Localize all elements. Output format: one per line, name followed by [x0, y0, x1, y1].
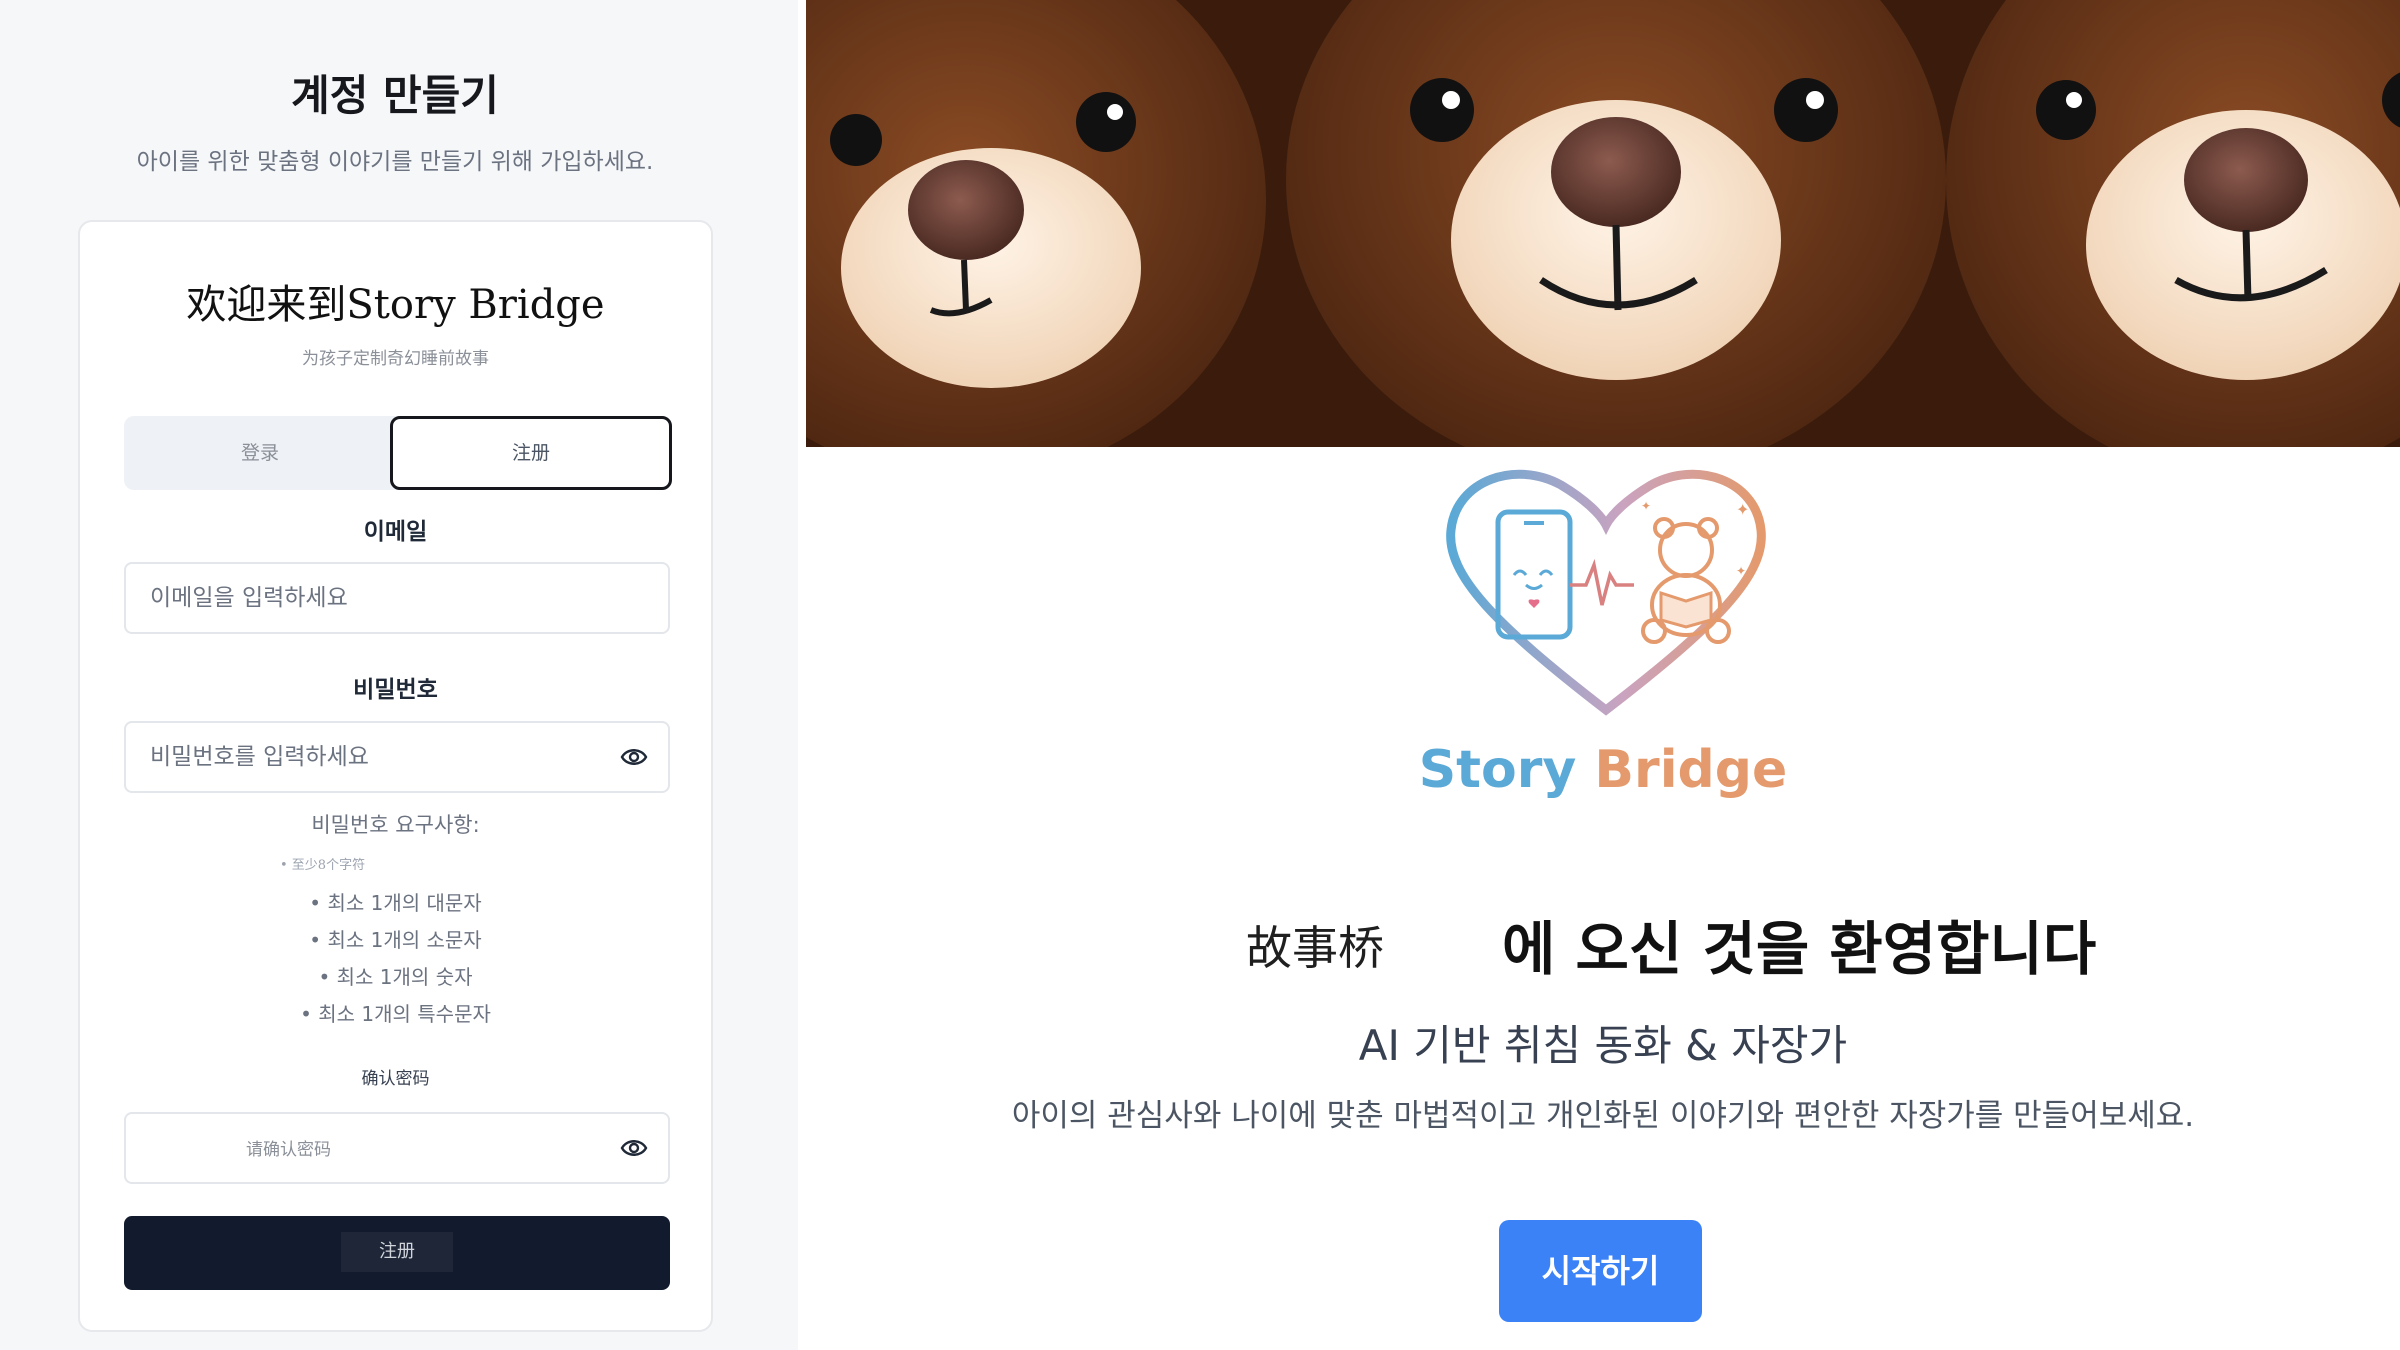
card-subtitle: 为孩子定制奇幻睡前故事 [302, 349, 489, 369]
brand-name-part1: Story [1418, 740, 1577, 800]
signup-card: 欢迎来到Story Bridge 为孩子定制奇幻睡前故事 登录 注册 이메일 이… [78, 220, 713, 1332]
page-title: 계정 만들기 [291, 71, 499, 120]
email-field[interactable]: 이메일을 입력하세요 [124, 562, 670, 634]
start-button[interactable]: 시작하기 [1499, 1220, 1702, 1322]
confirm-password-placeholder: 请确认密码 [246, 1140, 331, 1160]
welcome-title-ko: 에 오신 것을 환영합니다 [1502, 915, 2097, 983]
page-subtitle: 아이를 위한 맞춤형 이야기를 만들기 위해 가입하세요. [136, 149, 654, 175]
confirm-password-field[interactable]: 请确认密码 [124, 1112, 670, 1184]
eye-icon[interactable] [620, 745, 648, 769]
bear-center [1286, 0, 1946, 447]
signup-submit-button[interactable]: 注册 [124, 1216, 670, 1290]
landing-panel: ✦ ✦ ✦ Story Bridge 故事桥 에 오신 것을 환영합니다 AI … [806, 0, 2400, 1350]
tab-signup[interactable]: 注册 [390, 416, 672, 490]
requirement-item: • 최소 1개의 대문자 [309, 891, 482, 915]
story-bridge-logo: ✦ ✦ ✦ [1446, 469, 1766, 716]
requirements-title: 비밀번호 요구사항: [311, 813, 480, 837]
svg-text:✦: ✦ [1641, 499, 1651, 513]
svg-text:✦: ✦ [1736, 564, 1746, 578]
card-title: 欢迎来到Story Bridge [186, 282, 605, 328]
confirm-password-label: 确认密码 [361, 1069, 430, 1089]
svg-text:✦: ✦ [1736, 500, 1749, 519]
requirement-item: • 至少8个字符 [280, 858, 366, 873]
tagline: AI 기반 취침 동화 & 자장가 [1358, 1021, 1848, 1070]
requirement-item: • 최소 1개의 숫자 [318, 965, 473, 989]
auth-tabs: 登录 注册 [124, 416, 672, 490]
description: 아이의 관심사와 나이에 맞춘 마법적이고 개인화된 이야기와 편안한 자장가를… [1011, 1098, 2195, 1134]
signup-panel: 계정 만들기 아이를 위한 맞춤형 이야기를 만들기 위해 가입하세요. 欢迎来… [0, 0, 798, 1350]
hero-teddy-bears-image [806, 0, 2400, 447]
requirement-item: • 최소 1개의 소문자 [309, 928, 482, 952]
signup-submit-label: 注册 [341, 1232, 453, 1272]
password-field[interactable]: 비밀번호를 입력하세요 [124, 721, 670, 793]
password-placeholder: 비밀번호를 입력하세요 [150, 744, 369, 770]
email-label: 이메일 [363, 519, 428, 545]
password-label: 비밀번호 [353, 677, 438, 703]
tab-login[interactable]: 登录 [124, 416, 396, 490]
requirement-item: • 최소 1개의 특수문자 [300, 1002, 491, 1026]
email-placeholder: 이메일을 입력하세요 [150, 585, 348, 611]
brand-name: Story Bridge [806, 740, 2400, 800]
welcome-title-cn: 故事桥 [1246, 921, 1384, 975]
brand-name-part2: Bridge [1594, 740, 1788, 800]
eye-icon[interactable] [620, 1136, 648, 1160]
